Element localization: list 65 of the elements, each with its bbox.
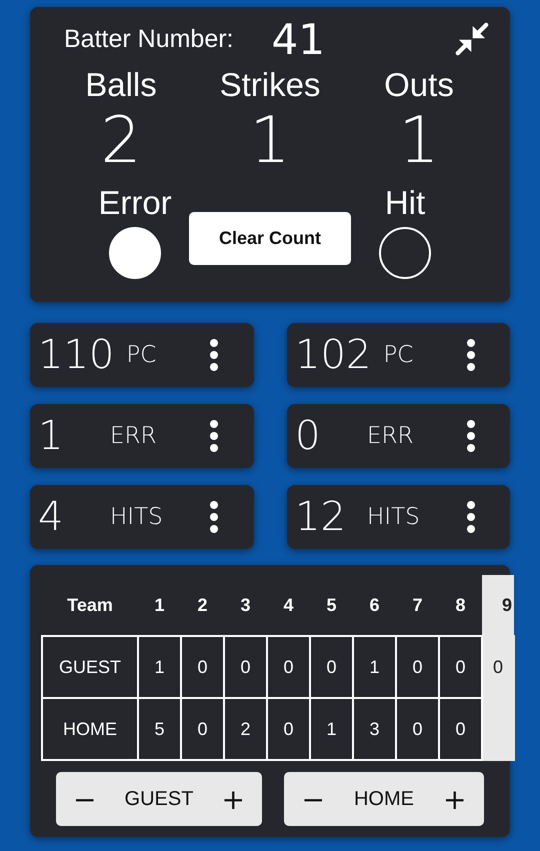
stat-value: 12 <box>295 494 347 540</box>
more-options-icon[interactable] <box>210 501 218 533</box>
compress-icon[interactable] <box>454 22 490 56</box>
more-options-icon[interactable] <box>467 501 475 533</box>
team-cell: GUEST <box>42 636 138 698</box>
count-value: 1 <box>250 105 290 177</box>
inning-header[interactable]: 3 <box>224 575 267 636</box>
run-cell: 1 <box>353 636 396 698</box>
run-cell: 0 <box>396 698 439 760</box>
batter-number: 41 <box>272 14 325 64</box>
run-cell: 0 <box>396 636 439 698</box>
count-label: Balls <box>85 65 157 105</box>
batter-label: Batter Number: <box>64 24 234 54</box>
run-cell: 5 <box>138 698 181 760</box>
team-cell: HOME <box>42 698 138 760</box>
team-label: HOME <box>354 788 414 810</box>
count-label: Outs <box>384 65 454 105</box>
more-options-icon[interactable] <box>467 420 475 452</box>
stat-unit: ERR <box>110 423 156 449</box>
run-cell: 0 <box>224 636 267 698</box>
run-cell: 0 <box>181 636 224 698</box>
toggle-circle[interactable] <box>379 227 431 279</box>
run-cell: 1 <box>310 698 353 760</box>
stat-value: 110 <box>38 332 114 378</box>
stat-value: 1 <box>38 413 64 459</box>
run-cell: 0 <box>267 636 310 698</box>
inning-header[interactable]: 8 <box>439 575 482 636</box>
count-value: 1 <box>398 105 440 177</box>
count-label: Strikes <box>220 65 320 105</box>
column-header: Team <box>42 575 138 636</box>
stat-unit: PC <box>126 342 156 368</box>
stat-unit: ERR <box>367 423 414 449</box>
inning-header[interactable]: 9 <box>482 575 514 636</box>
more-options-icon[interactable] <box>467 339 475 371</box>
run-cell: 2 <box>224 698 267 760</box>
stat-value: 4 <box>38 494 64 540</box>
stat-unit: HITS <box>110 504 163 530</box>
inning-header[interactable]: 1 <box>138 575 181 636</box>
team-label: GUEST <box>124 788 194 810</box>
run-cell: 0 <box>267 698 310 760</box>
stat-unit: HITS <box>367 504 420 530</box>
inning-header[interactable]: 2 <box>181 575 224 636</box>
stat-value: 102 <box>295 332 372 378</box>
minus-button[interactable]: − <box>67 782 102 816</box>
plus-button[interactable]: + <box>437 782 472 816</box>
more-options-icon[interactable] <box>210 339 218 371</box>
stat-value: 0 <box>295 413 322 459</box>
run-cell: 0 <box>482 636 514 698</box>
minus-button[interactable]: − <box>296 782 331 816</box>
run-cell: 1 <box>138 636 181 698</box>
inning-header[interactable]: 7 <box>396 575 439 636</box>
stat-unit: PC <box>383 342 414 368</box>
toggle-label: Error <box>98 183 172 223</box>
run-cell: 3 <box>353 698 396 760</box>
run-cell: 0 <box>310 636 353 698</box>
inning-header[interactable]: 4 <box>267 575 310 636</box>
more-options-icon[interactable] <box>210 420 218 452</box>
inning-header[interactable]: 5 <box>310 575 353 636</box>
plus-button[interactable]: + <box>215 782 251 816</box>
toggle-circle[interactable] <box>109 227 161 279</box>
run-cell: 0 <box>181 698 224 760</box>
inning-header[interactable]: 6 <box>353 575 396 636</box>
toggle-label: Hit <box>384 183 426 223</box>
clear-count-button[interactable]: Clear Count <box>189 212 351 265</box>
count-value: 2 <box>100 105 142 177</box>
